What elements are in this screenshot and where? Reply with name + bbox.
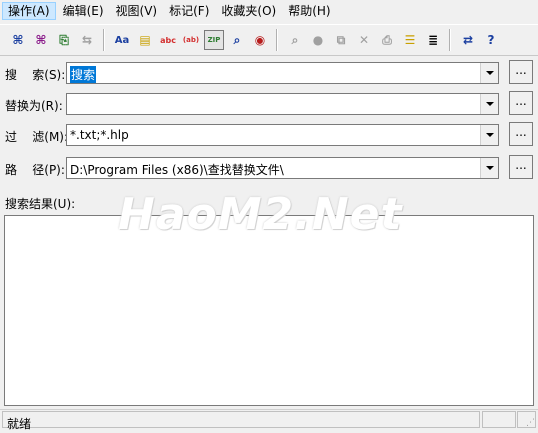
binoculars-icon[interactable]: ⌘ [8,30,28,50]
search-input[interactable]: 搜索 [70,66,97,83]
scroll-icon[interactable]: ☰ [400,30,420,50]
menu-mark[interactable]: 标记(F) [164,2,214,20]
whole-word-icon[interactable]: ▤ [135,30,155,50]
path-browse-button[interactable]: ... [509,155,533,179]
chevron-down-icon[interactable] [480,158,498,178]
menu-bar: 操作(A) 编辑(E) 视图(V) 标记(F) 收藏夹(O) 帮助(H) [0,0,538,22]
status-text: 就绪 [7,417,32,431]
status-pane-aux [482,411,516,428]
search-label: 搜 索(S): [5,68,66,82]
print-icon[interactable]: ⎙ [377,30,397,50]
status-pane-main: 就绪 [2,411,480,431]
search-browse-button[interactable]: ... [509,60,533,84]
filter-row: 过 滤(M): *.txt;*.hlp ... [0,122,538,148]
find-next-icon[interactable]: ⌘ [31,30,51,50]
toolbar-separator [276,29,278,51]
status-bar: 就绪 ⋰ [0,409,538,431]
filter-browse-button[interactable]: ... [509,122,533,146]
search-combobox[interactable]: 搜索 [66,62,499,84]
menu-edit[interactable]: 编辑(E) [58,2,109,20]
results-list[interactable] [4,215,534,406]
binary-search-icon[interactable]: ◉ [250,30,270,50]
resize-grip-icon[interactable]: ⋰ [526,418,536,428]
filter-label: 过 滤(M): [5,130,69,144]
menu-favorites[interactable]: 收藏夹(O) [216,2,281,20]
zip-search-icon[interactable]: ZIP [204,30,224,50]
toolbar-separator [449,29,451,51]
list-icon[interactable]: ≣ [423,30,443,50]
toolbar-separator [103,29,105,51]
path-input[interactable]: D:\Program Files (x86)\查找替换文件\ [70,161,284,178]
search-row: 搜 索(S): 搜索 ... [0,60,538,86]
path-combobox[interactable]: D:\Program Files (x86)\查找替换文件\ [66,157,499,179]
regex-abc-icon[interactable]: abc [158,30,178,50]
replace-row: 替换为(R): ... [0,91,538,117]
match-case-icon[interactable]: Aa [112,30,132,50]
chevron-down-icon[interactable] [480,94,498,114]
chevron-down-icon[interactable] [480,63,498,83]
subfolder-search-icon[interactable]: ⌕ [227,30,247,50]
path-label: 路 径(P): [5,163,65,177]
menu-action[interactable]: 操作(A) [2,2,56,20]
open-file-icon[interactable]: ● [308,30,328,50]
copy-icon[interactable]: ⧉ [331,30,351,50]
replace-icon[interactable]: ⇄ [458,30,478,50]
help-icon[interactable]: ? [481,30,501,50]
filter-combobox[interactable]: *.txt;*.hlp [66,124,499,146]
replace-combobox[interactable] [66,93,499,115]
replace-label: 替换为(R): [5,99,63,113]
watermark: HaoM2.Net [118,189,403,240]
path-row: 路 径(P): D:\Program Files (x86)\查找替换文件\ .… [0,155,538,181]
chevron-down-icon[interactable] [480,125,498,145]
regex-ab-icon[interactable]: (ab) [181,30,201,50]
menu-view[interactable]: 视图(V) [111,2,163,20]
delete-icon[interactable]: ✕ [354,30,374,50]
filter-input[interactable]: *.txt;*.hlp [70,128,129,142]
view-file-icon[interactable]: ⌕ [285,30,305,50]
results-label: 搜索结果(U): [5,197,76,211]
document-export-icon[interactable]: ⎘ [54,30,74,50]
menu-help[interactable]: 帮助(H) [283,2,335,20]
replace-browse-button[interactable]: ... [509,91,533,115]
network-icon[interactable]: ⇆ [77,30,97,50]
toolbar: ⌘ ⌘ ⎘ ⇆ Aa ▤ abc (ab) ZIP ⌕ ◉ ⌕ ● ⧉ ✕ ⎙ … [0,24,538,56]
